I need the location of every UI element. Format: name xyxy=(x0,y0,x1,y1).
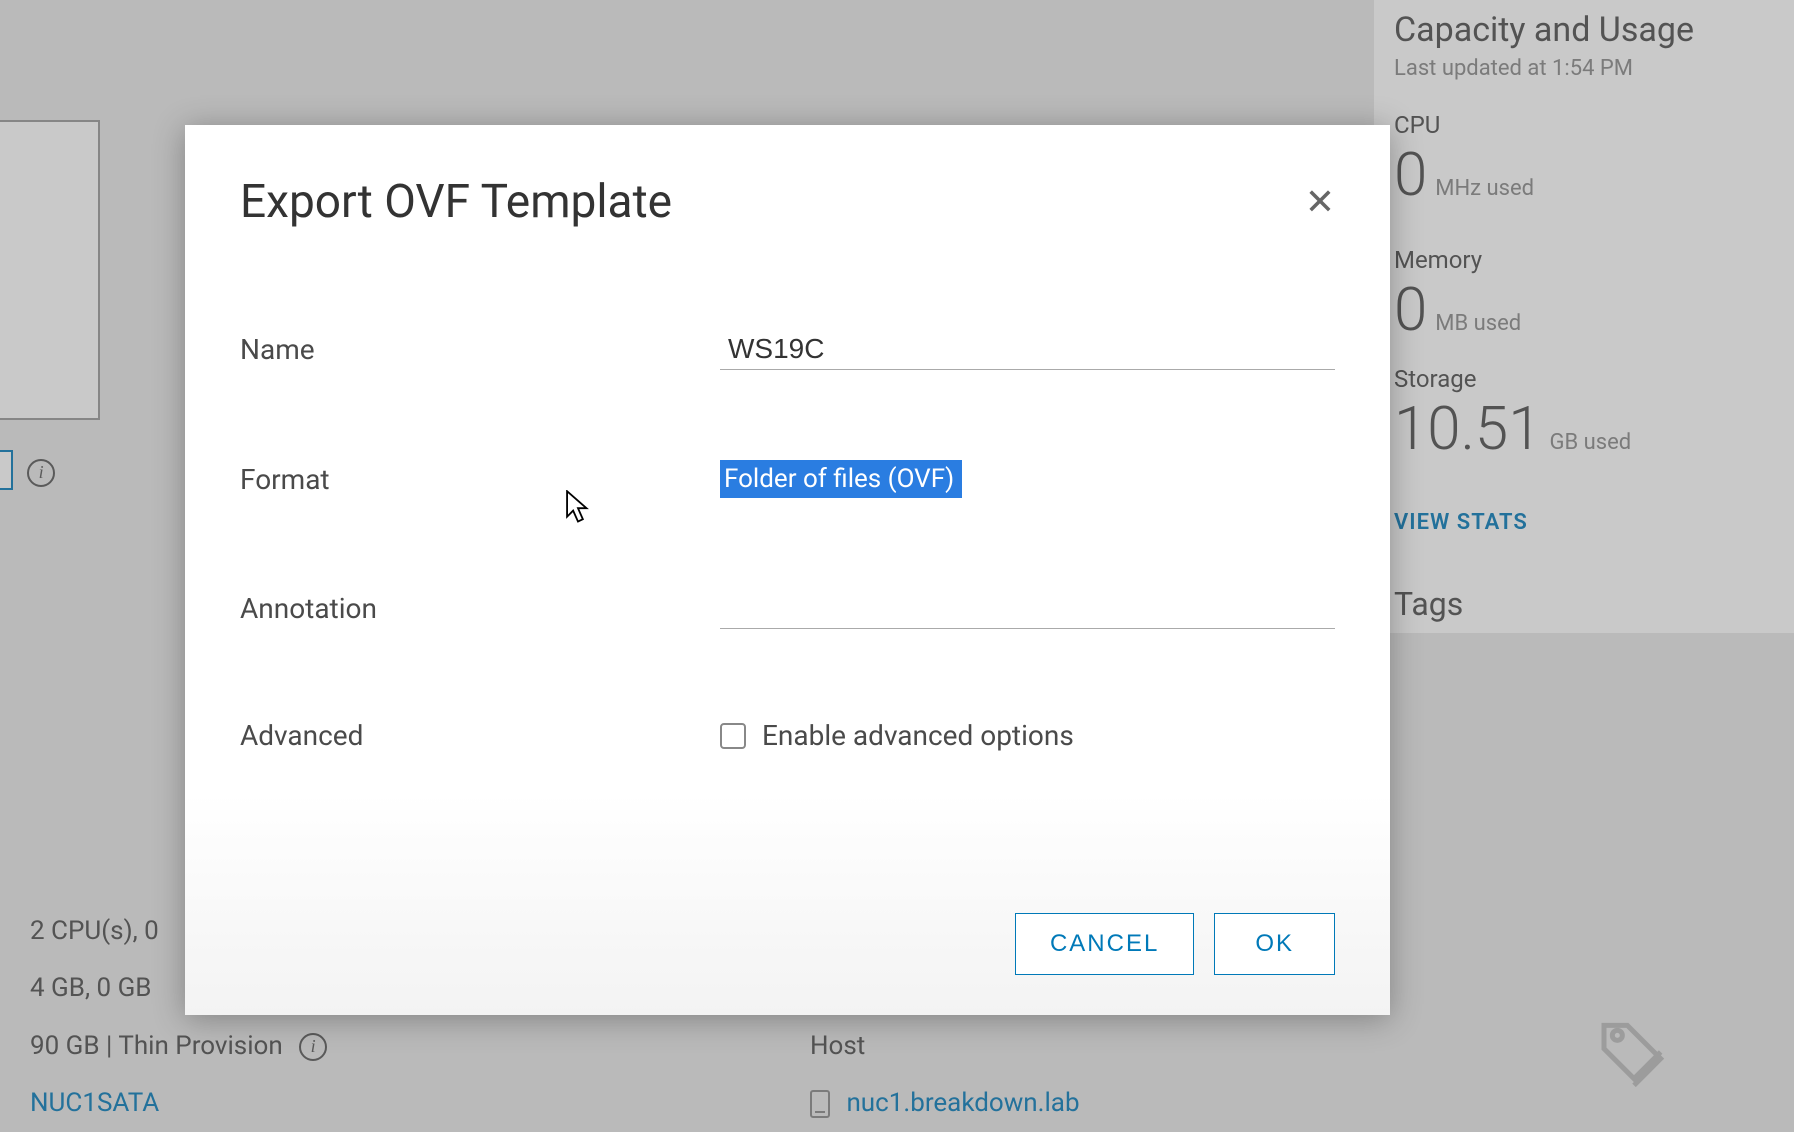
annotation-label: Annotation xyxy=(240,592,720,625)
format-select[interactable]: Folder of files (OVF) xyxy=(720,460,962,498)
advanced-checkbox-label: Enable advanced options xyxy=(762,719,1074,752)
name-label: Name xyxy=(240,333,720,366)
advanced-checkbox[interactable] xyxy=(720,723,746,749)
close-icon: ✕ xyxy=(1305,181,1335,222)
close-button[interactable]: ✕ xyxy=(1305,184,1335,220)
annotation-input[interactable] xyxy=(720,588,1335,629)
ok-button[interactable]: OK xyxy=(1214,913,1335,975)
cancel-button[interactable]: CANCEL xyxy=(1015,913,1194,975)
advanced-label: Advanced xyxy=(240,719,720,752)
format-label: Format xyxy=(240,463,720,496)
export-ovf-dialog: Export OVF Template ✕ Name Format Folder… xyxy=(185,125,1390,1015)
name-input[interactable] xyxy=(720,329,1335,370)
dialog-title: Export OVF Template xyxy=(240,175,672,229)
